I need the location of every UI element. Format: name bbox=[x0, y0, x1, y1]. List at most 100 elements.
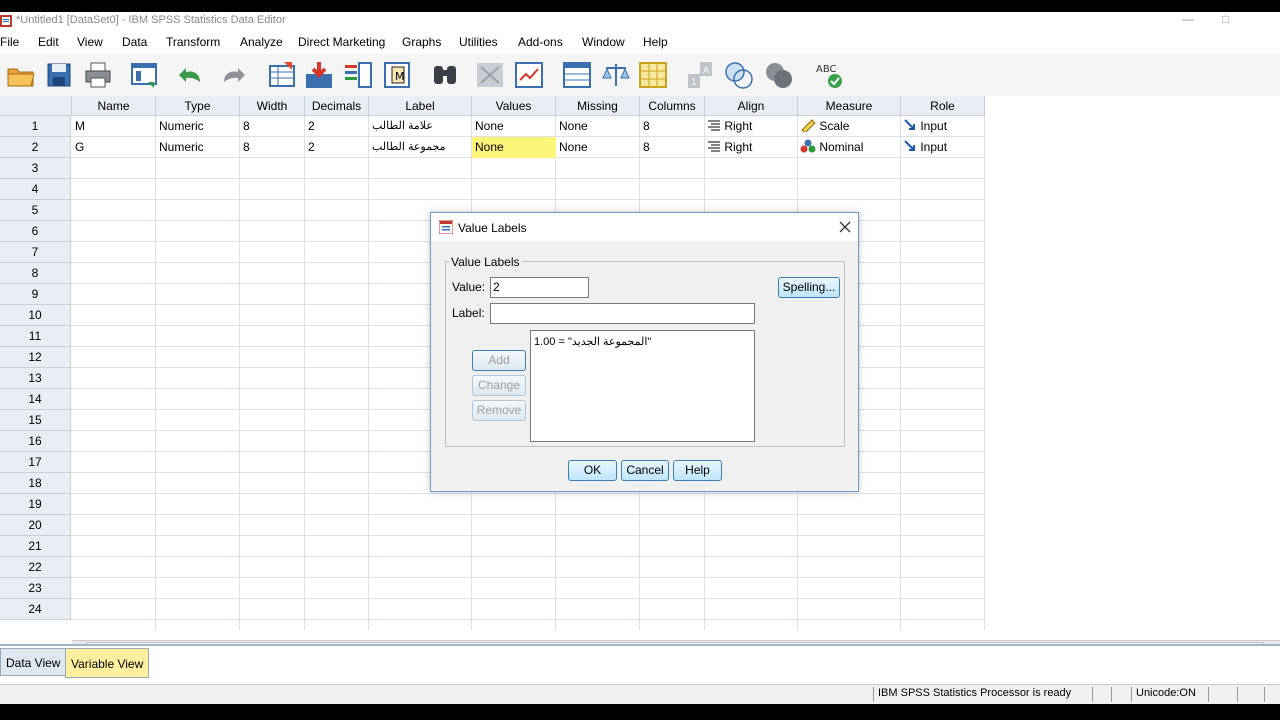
goto-variable-icon[interactable] bbox=[304, 60, 334, 90]
row-header[interactable]: 7 bbox=[0, 242, 71, 263]
column-header-label[interactable]: Label bbox=[369, 96, 472, 116]
insert-variable-icon[interactable] bbox=[514, 60, 544, 90]
cell-measure[interactable]: Nominal bbox=[798, 137, 901, 158]
cell-measure[interactable]: Scale bbox=[798, 116, 901, 137]
row-header[interactable]: 9 bbox=[0, 284, 71, 305]
cell-width[interactable]: 8 bbox=[240, 137, 305, 158]
row-header[interactable]: 6 bbox=[0, 221, 71, 242]
minimize-icon[interactable]: — bbox=[1182, 12, 1194, 26]
cell-values[interactable]: None bbox=[472, 137, 556, 158]
select-cases-icon[interactable] bbox=[638, 60, 668, 90]
row-header[interactable]: 14 bbox=[0, 389, 71, 410]
cell-align[interactable]: Right bbox=[705, 116, 798, 137]
goto-case-icon[interactable] bbox=[268, 60, 298, 90]
spell-check-icon[interactable]: ABC bbox=[814, 60, 844, 90]
menu-graphs[interactable]: Graphs bbox=[402, 35, 441, 49]
undo-icon[interactable] bbox=[176, 60, 206, 90]
row-header[interactable]: 11 bbox=[0, 326, 71, 347]
row-header[interactable]: 8 bbox=[0, 263, 71, 284]
add-button[interactable]: Add bbox=[472, 350, 526, 371]
close-icon[interactable] bbox=[839, 221, 851, 233]
print-icon[interactable] bbox=[83, 60, 113, 90]
cell-type[interactable]: Numeric bbox=[156, 137, 240, 158]
column-header-align[interactable]: Align bbox=[705, 96, 798, 116]
cell-decimals[interactable]: 2 bbox=[305, 116, 369, 137]
split-file-icon[interactable] bbox=[562, 60, 592, 90]
maximize-icon[interactable]: □ bbox=[1222, 12, 1229, 26]
remove-button[interactable]: Remove bbox=[472, 400, 526, 421]
column-header-decimals[interactable]: Decimals bbox=[305, 96, 369, 116]
column-header-measure[interactable]: Measure bbox=[798, 96, 901, 116]
help-button[interactable]: Help bbox=[673, 460, 722, 481]
row-header[interactable]: 18 bbox=[0, 473, 71, 494]
change-button[interactable]: Change bbox=[472, 375, 526, 396]
use-variable-sets-icon[interactable] bbox=[724, 60, 754, 90]
redo-icon[interactable] bbox=[218, 60, 248, 90]
cell-missing[interactable]: None bbox=[556, 137, 640, 158]
menu-data[interactable]: Data bbox=[122, 35, 147, 49]
open-folder-icon[interactable] bbox=[6, 60, 36, 90]
column-header-name[interactable]: Name bbox=[72, 96, 156, 116]
cell-decimals[interactable]: 2 bbox=[305, 137, 369, 158]
row-header[interactable]: 15 bbox=[0, 410, 71, 431]
cell-label[interactable]: مجموعة الطالب bbox=[369, 137, 472, 158]
menu-utilities[interactable]: Utilities bbox=[459, 35, 498, 49]
run-descriptives-icon[interactable]: M bbox=[382, 60, 412, 90]
menu-direct-marketing[interactable]: Direct Marketing bbox=[298, 35, 385, 49]
row-header[interactable]: 22 bbox=[0, 557, 71, 578]
menu-add-ons[interactable]: Add-ons bbox=[518, 35, 563, 49]
tab-variable-view[interactable]: Variable View bbox=[65, 648, 150, 678]
list-item[interactable]: 1.00 = "المجموعة الجديد" bbox=[534, 335, 651, 348]
cell-role[interactable]: Input bbox=[901, 137, 985, 158]
cell-values[interactable]: None bbox=[472, 116, 556, 137]
find-icon[interactable] bbox=[430, 60, 460, 90]
row-header[interactable]: 1 bbox=[0, 116, 71, 137]
menu-help[interactable]: Help bbox=[643, 35, 668, 49]
row-header[interactable]: 4 bbox=[0, 179, 71, 200]
variables-icon[interactable] bbox=[343, 60, 373, 90]
value-labels-icon[interactable]: 1 A bbox=[686, 60, 716, 90]
menu-transform[interactable]: Transform bbox=[166, 35, 220, 49]
cell-columns[interactable]: 8 bbox=[640, 116, 705, 137]
menu-analyze[interactable]: Analyze bbox=[240, 35, 283, 49]
value-labels-list[interactable]: 1.00 = "المجموعة الجديد" bbox=[530, 330, 755, 442]
cell-name[interactable]: M bbox=[72, 116, 156, 137]
cell-width[interactable]: 8 bbox=[240, 116, 305, 137]
insert-cases-icon[interactable] bbox=[475, 60, 505, 90]
menu-view[interactable]: View bbox=[77, 35, 103, 49]
row-header[interactable]: 24 bbox=[0, 599, 71, 620]
row-header[interactable]: 2 bbox=[0, 137, 71, 158]
cell-columns[interactable]: 8 bbox=[640, 137, 705, 158]
cell-role[interactable]: Input bbox=[901, 116, 985, 137]
tab-data-view[interactable]: Data View bbox=[0, 648, 67, 676]
column-header-values[interactable]: Values bbox=[472, 96, 556, 116]
menu-window[interactable]: Window bbox=[582, 35, 625, 49]
show-all-variables-icon[interactable] bbox=[764, 60, 794, 90]
row-header[interactable]: 17 bbox=[0, 452, 71, 473]
row-header[interactable]: 20 bbox=[0, 515, 71, 536]
value-input[interactable]: 2 bbox=[490, 277, 589, 298]
column-header-role[interactable]: Role bbox=[901, 96, 985, 116]
row-header[interactable]: 10 bbox=[0, 305, 71, 326]
ok-button[interactable]: OK bbox=[568, 460, 617, 481]
cell-label[interactable]: علامة الطالب bbox=[369, 116, 472, 137]
cell-missing[interactable]: None bbox=[556, 116, 640, 137]
label-input[interactable] bbox=[490, 303, 755, 324]
weight-cases-icon[interactable] bbox=[601, 60, 631, 90]
dialog-recall-icon[interactable] bbox=[130, 60, 160, 90]
row-header[interactable]: 19 bbox=[0, 494, 71, 515]
column-header-width[interactable]: Width bbox=[240, 96, 305, 116]
row-header[interactable]: 16 bbox=[0, 431, 71, 452]
spelling-button[interactable]: Spelling... bbox=[778, 277, 840, 298]
row-header[interactable]: 13 bbox=[0, 368, 71, 389]
column-header-missing[interactable]: Missing bbox=[556, 96, 640, 116]
cell-name[interactable]: G bbox=[72, 137, 156, 158]
save-icon[interactable] bbox=[45, 60, 75, 90]
row-header[interactable]: 5 bbox=[0, 200, 71, 221]
column-header-type[interactable]: Type bbox=[156, 96, 240, 116]
row-header[interactable]: 23 bbox=[0, 578, 71, 599]
row-header[interactable]: 3 bbox=[0, 158, 71, 179]
cell-align[interactable]: Right bbox=[705, 137, 798, 158]
menu-file[interactable]: File bbox=[0, 35, 19, 49]
row-header[interactable]: 21 bbox=[0, 536, 71, 557]
